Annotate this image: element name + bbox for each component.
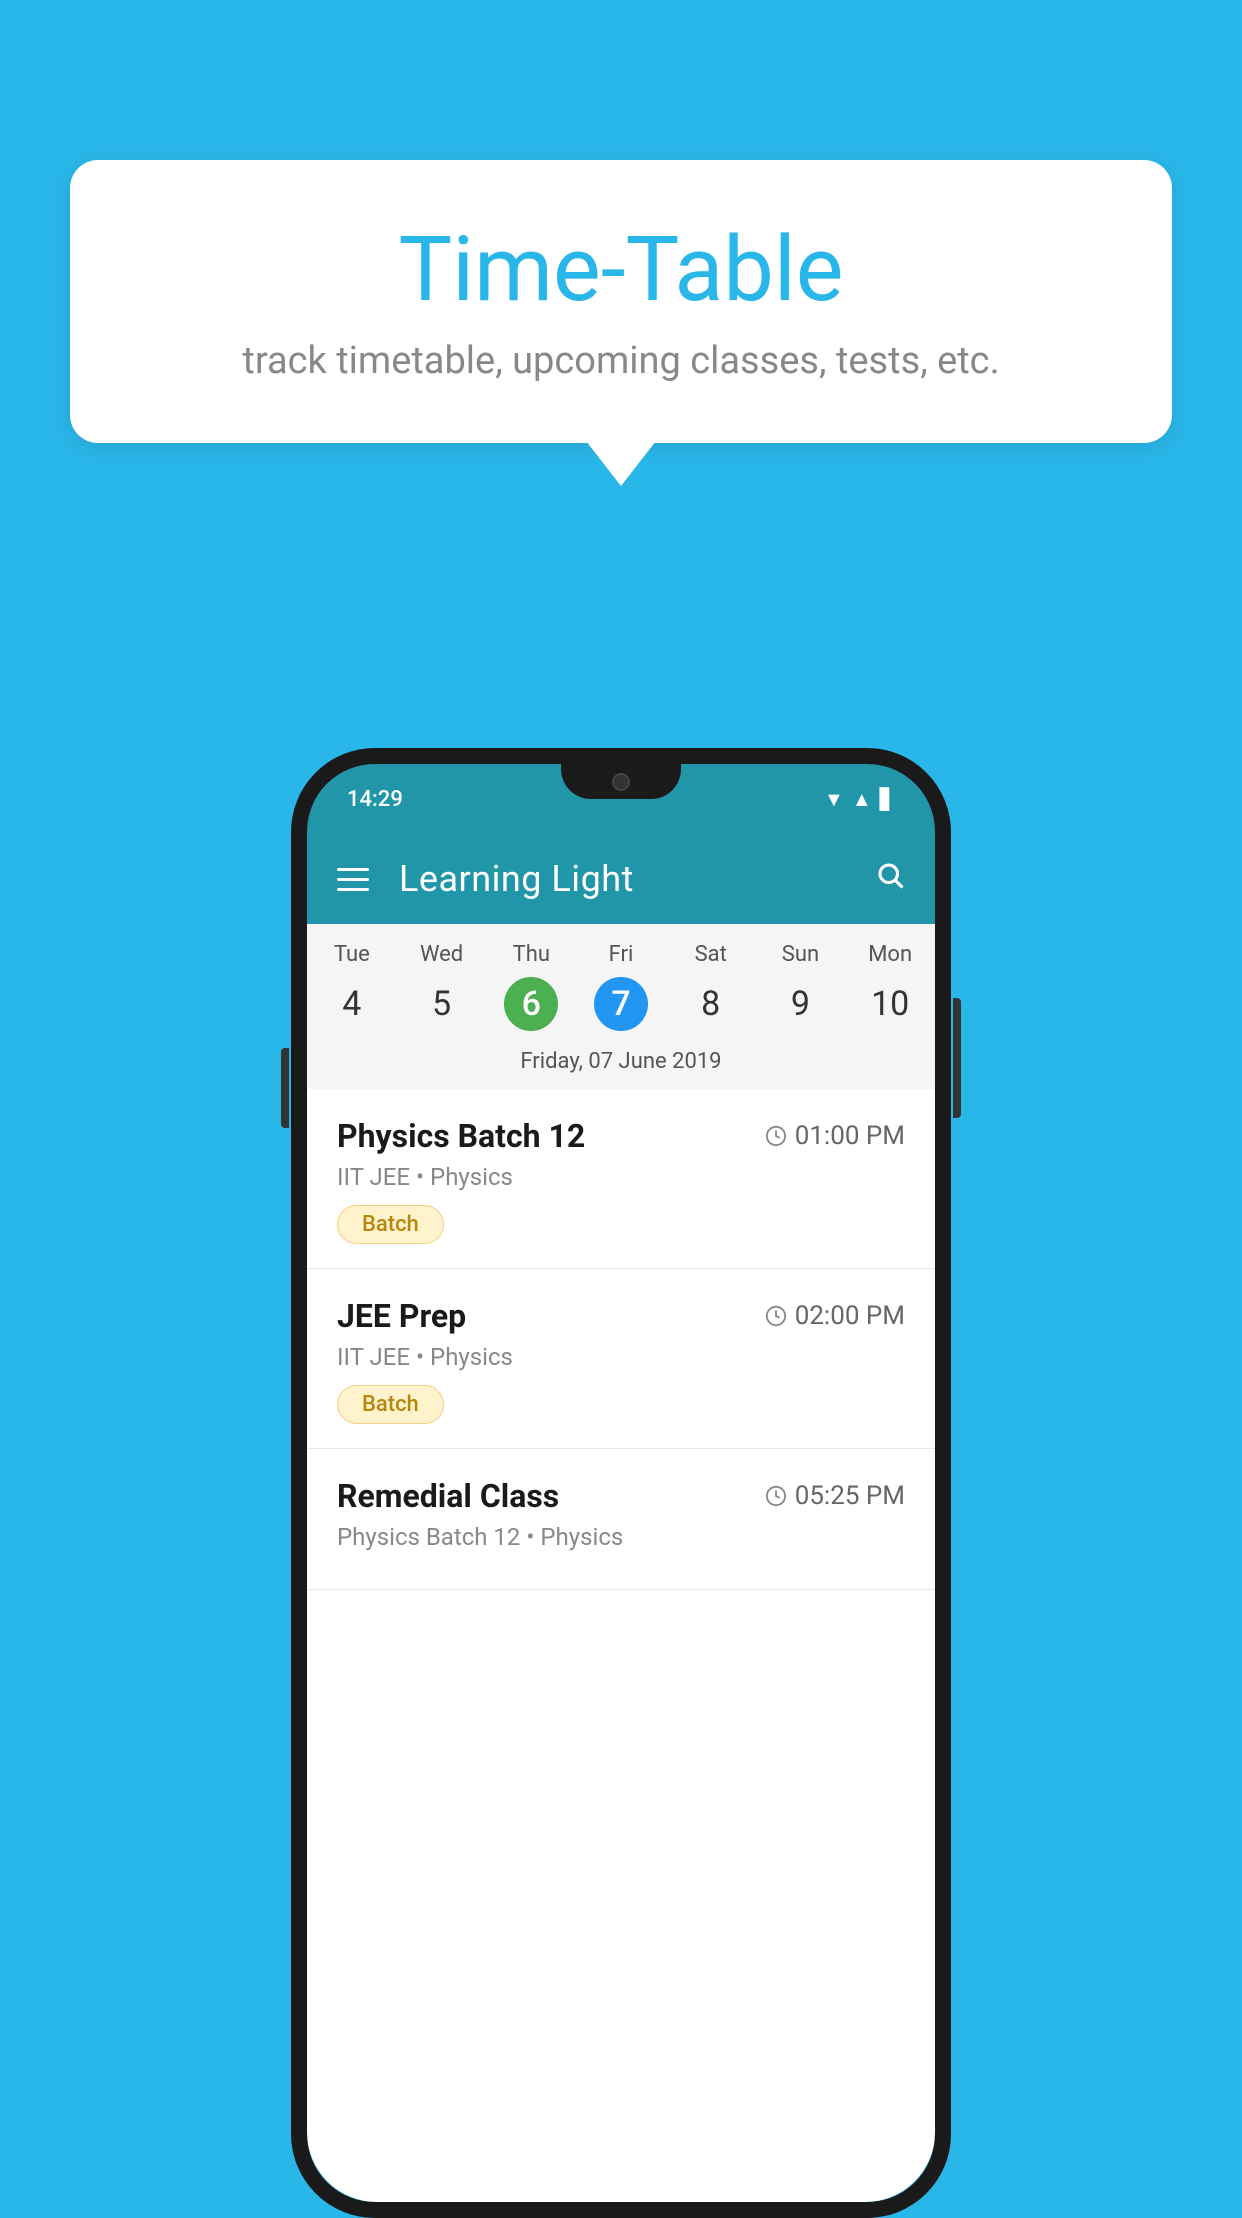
schedule-item-time: 01:00 PM <box>765 1121 905 1151</box>
schedule-item-title: Remedial Class <box>337 1477 559 1515</box>
schedule-item-header: Remedial Class 05:25 PM <box>337 1477 905 1515</box>
hamburger-line <box>337 888 369 891</box>
app-title: Learning Light <box>399 858 845 900</box>
day-name: Wed <box>397 942 487 967</box>
calendar-day-col[interactable]: Wed 5 <box>397 942 487 1031</box>
wifi-icon: ▼ <box>824 787 844 812</box>
day-number[interactable]: 8 <box>684 977 738 1031</box>
day-number[interactable]: 4 <box>325 977 379 1031</box>
camera <box>612 773 630 791</box>
volume-button <box>281 1048 289 1128</box>
day-number[interactable]: 5 <box>415 977 469 1031</box>
batch-tag: Batch <box>337 1205 444 1244</box>
calendar-day-col[interactable]: Sun 9 <box>756 942 846 1031</box>
phone-inner: 14:29 ▼ ▲ ▋ Learning Light <box>307 764 935 2202</box>
schedule-item-time: 05:25 PM <box>765 1481 905 1511</box>
search-button[interactable] <box>875 859 905 899</box>
day-number[interactable]: 6 <box>504 977 558 1031</box>
calendar-day-col[interactable]: Tue 4 <box>307 942 397 1031</box>
hamburger-line <box>337 868 369 871</box>
bubble-title: Time-Table <box>150 220 1092 319</box>
batch-tag: Batch <box>337 1385 444 1424</box>
calendar-section: Tue 4 Wed 5 Thu 6 Fri 7 Sat 8 Sun 9 Mon 10 Friday, 07… <box>307 924 935 1089</box>
menu-button[interactable] <box>337 868 369 891</box>
schedule-item[interactable]: JEE Prep 02:00 PM IIT JEE • Physics Batch <box>307 1269 935 1449</box>
day-name: Fri <box>576 942 666 967</box>
power-button <box>953 998 961 1118</box>
schedule-item-subtitle: IIT JEE • Physics <box>337 1343 905 1371</box>
schedule-item-subtitle: IIT JEE • Physics <box>337 1163 905 1191</box>
schedule-item-header: Physics Batch 12 01:00 PM <box>337 1117 905 1155</box>
phone-content: 14:29 ▼ ▲ ▋ Learning Light <box>307 764 935 2202</box>
schedule-item[interactable]: Physics Batch 12 01:00 PM IIT JEE • Physi… <box>307 1089 935 1269</box>
hamburger-line <box>337 878 369 881</box>
selected-date-label: Friday, 07 June 2019 <box>307 1039 935 1089</box>
bubble-tail <box>586 441 656 486</box>
phone-screen: Tue 4 Wed 5 Thu 6 Fri 7 Sat 8 Sun 9 Mon 10 Friday, 07… <box>307 924 935 2202</box>
schedule-list: Physics Batch 12 01:00 PM IIT JEE • Physi… <box>307 1089 935 2202</box>
day-name: Sat <box>666 942 756 967</box>
battery-icon: ▋ <box>880 787 895 811</box>
calendar-day-col[interactable]: Fri 7 <box>576 942 666 1031</box>
bubble-subtitle: track timetable, upcoming classes, tests… <box>150 339 1092 383</box>
day-name: Mon <box>845 942 935 967</box>
schedule-item-header: JEE Prep 02:00 PM <box>337 1297 905 1335</box>
day-number[interactable]: 10 <box>863 977 917 1031</box>
schedule-item-subtitle: Physics Batch 12 • Physics <box>337 1523 905 1551</box>
schedule-item[interactable]: Remedial Class 05:25 PM Physics Batch 12 … <box>307 1449 935 1590</box>
day-name: Thu <box>486 942 576 967</box>
status-icons: ▼ ▲ ▋ <box>824 787 895 812</box>
status-time: 14:29 <box>347 787 403 812</box>
phone-frame: 14:29 ▼ ▲ ▋ Learning Light <box>291 748 951 2218</box>
calendar-day-col[interactable]: Mon 10 <box>845 942 935 1031</box>
status-bar: 14:29 ▼ ▲ ▋ <box>307 764 935 834</box>
schedule-item-title: JEE Prep <box>337 1297 466 1335</box>
schedule-item-time: 02:00 PM <box>765 1301 905 1331</box>
calendar-day-col[interactable]: Sat 8 <box>666 942 756 1031</box>
speech-bubble-section: Time-Table track timetable, upcoming cla… <box>70 160 1172 486</box>
signal-icon: ▲ <box>852 787 872 812</box>
day-number[interactable]: 7 <box>594 977 648 1031</box>
calendar-days-header: Tue 4 Wed 5 Thu 6 Fri 7 Sat 8 Sun 9 Mon 10 <box>307 924 935 1039</box>
speech-bubble: Time-Table track timetable, upcoming cla… <box>70 160 1172 443</box>
schedule-item-title: Physics Batch 12 <box>337 1117 585 1155</box>
day-number[interactable]: 9 <box>773 977 827 1031</box>
app-bar: Learning Light <box>307 834 935 924</box>
day-name: Tue <box>307 942 397 967</box>
phone-notch <box>561 764 681 799</box>
calendar-day-col[interactable]: Thu 6 <box>486 942 576 1031</box>
day-name: Sun <box>756 942 846 967</box>
